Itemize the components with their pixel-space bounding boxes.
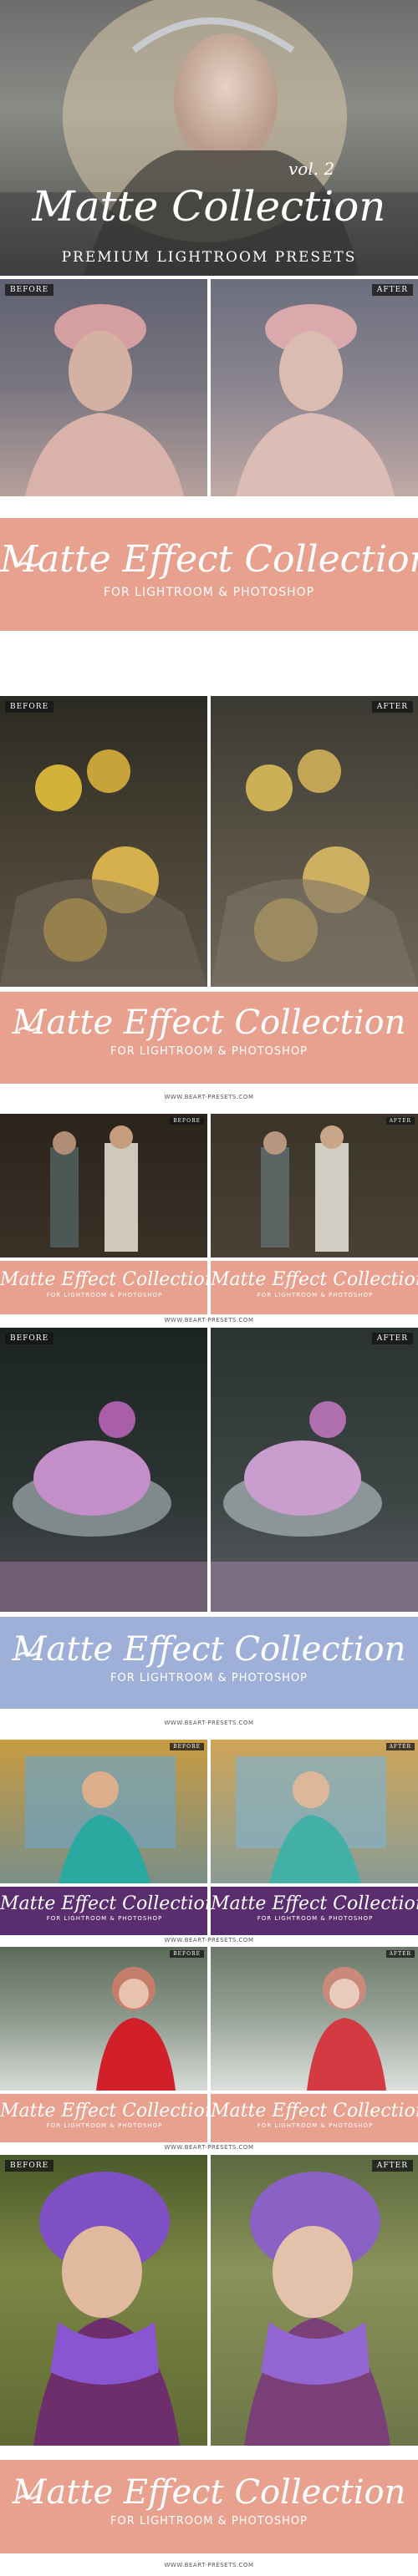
website-url: WWW.BEART-PRESETS.COM <box>164 1937 254 1943</box>
after-photo: AFTER <box>211 1947 418 2091</box>
before-photo: BEFORE <box>0 1114 207 1258</box>
banner-7: ~ Matte Effect Collection FOR LIGHTROOM … <box>0 2460 418 2553</box>
two-girls-image <box>261 1125 349 1252</box>
banner-2: ~ Matte Effect Collection FOR LIGHTROOM … <box>0 992 418 1084</box>
banner-5: Matte Effect Collection FOR LIGHTROOM & … <box>0 1887 418 1935</box>
banner-subtitle: FOR LIGHTROOM & PHOTOSHOP <box>46 1292 163 1298</box>
comparison-1: BEFORE AFTER <box>0 279 418 496</box>
after-label: AFTER <box>385 1117 415 1125</box>
before-label: BEFORE <box>170 1743 204 1750</box>
hero-title: Matte Collection <box>32 182 386 231</box>
ice-cream-image <box>211 1401 418 1612</box>
before-photo: BEFORE <box>0 2155 207 2446</box>
banner-half-right: Matte Effect Collection FOR LIGHTROOM & … <box>211 1261 418 1314</box>
banner-subtitle: FOR LIGHTROOM & PHOTOSHOP <box>257 2122 374 2129</box>
website-url: WWW.BEART-PRESETS.COM <box>164 2144 254 2151</box>
pears-image <box>211 749 418 987</box>
after-photo: AFTER <box>211 1740 418 1883</box>
website-url: WWW.BEART-PRESETS.COM <box>164 2562 254 2568</box>
hero-header: vol. 2 Matte Collection PREMIUM LIGHTROO… <box>0 0 418 276</box>
website-url: WWW.BEART-PRESETS.COM <box>164 1720 254 1726</box>
comparison-2: BEFORE AFTER <box>0 696 418 987</box>
banner-title: Matte Effect Collection <box>12 2473 406 2512</box>
before-label: BEFORE <box>5 1333 54 1344</box>
banner-title: Matte Effect Collection <box>0 1893 209 1914</box>
pears-image <box>0 749 207 987</box>
winter-girl-image <box>96 1967 176 2091</box>
woman-car-image <box>25 1756 176 1883</box>
woman-car-image <box>236 1756 386 1883</box>
comparison-6: BEFORE AFTER <box>0 1947 418 2091</box>
banner-subtitle: FOR LIGHTROOM & PHOTOSHOP <box>110 1672 308 1684</box>
hero-vol-label: vol. 2 <box>288 159 335 179</box>
after-label: AFTER <box>385 1743 415 1750</box>
banner-title: Matte Effect Collection <box>211 2101 418 2121</box>
girl-bow-image <box>236 304 395 496</box>
winter-girl-image <box>307 1967 386 2091</box>
before-label: BEFORE <box>170 1950 204 1958</box>
girl-bow-image <box>25 304 184 496</box>
before-photo: BEFORE <box>0 1328 207 1612</box>
after-label: AFTER <box>371 284 413 296</box>
hero-portrait-image <box>0 0 418 276</box>
comparison-7: BEFORE AFTER <box>0 2155 418 2446</box>
banner-3: Matte Effect Collection FOR LIGHTROOM & … <box>0 1261 418 1314</box>
after-label: AFTER <box>371 2160 413 2172</box>
two-girls-image <box>50 1125 138 1252</box>
banner-subtitle: FOR LIGHTROOM & PHOTOSHOP <box>103 586 315 599</box>
banner-subtitle: FOR LIGHTROOM & PHOTOSHOP <box>257 1292 374 1298</box>
before-label: BEFORE <box>5 2160 54 2172</box>
banner-title: Matte Effect Collection <box>211 1893 418 1914</box>
after-photo: AFTER <box>211 1328 418 1612</box>
banner-1: ~ Matte Effect Collection FOR LIGHTROOM … <box>0 518 418 631</box>
after-label: AFTER <box>371 701 413 713</box>
before-photo: BEFORE <box>0 1740 207 1883</box>
banner-half-right: Matte Effect Collection FOR LIGHTROOM & … <box>211 1887 418 1935</box>
before-label: BEFORE <box>5 284 54 296</box>
swash-ornament: ~ <box>15 1637 41 1671</box>
girl-purple-hat-image <box>33 2172 180 2446</box>
banner-half-right: Matte Effect Collection FOR LIGHTROOM & … <box>211 2094 418 2142</box>
after-photo: AFTER <box>211 696 418 987</box>
banner-title: Matte Effect Collection <box>12 1630 406 1669</box>
after-photo: AFTER <box>211 279 418 496</box>
banner-half-left: Matte Effect Collection FOR LIGHTROOM & … <box>0 2094 209 2142</box>
comparison-4: BEFORE AFTER <box>0 1328 418 1612</box>
banner-title: Matte Effect Collection <box>12 1003 406 1042</box>
before-photo: BEFORE <box>0 696 207 987</box>
hero-subtitle: PREMIUM LIGHTROOM PRESETS <box>61 249 357 266</box>
banner-half-left: Matte Effect Collection FOR LIGHTROOM & … <box>0 1887 209 1935</box>
after-photo: AFTER <box>211 1114 418 1258</box>
comparison-5: BEFORE AFTER <box>0 1740 418 1883</box>
banner-6: Matte Effect Collection FOR LIGHTROOM & … <box>0 2094 418 2142</box>
girl-purple-hat-image <box>244 2172 390 2446</box>
preset-collection-page: vol. 2 Matte Collection PREMIUM LIGHTROO… <box>0 0 418 2576</box>
website-url: WWW.BEART-PRESETS.COM <box>164 1094 254 1100</box>
website-url: WWW.BEART-PRESETS.COM <box>164 1317 254 1324</box>
swash-ornament: ~ <box>15 2480 41 2514</box>
before-photo: BEFORE <box>0 1947 207 2091</box>
banner-subtitle: FOR LIGHTROOM & PHOTOSHOP <box>110 2515 308 2528</box>
banner-subtitle: FOR LIGHTROOM & PHOTOSHOP <box>110 1045 308 1058</box>
banner-subtitle: FOR LIGHTROOM & PHOTOSHOP <box>46 2122 163 2129</box>
comparison-3: BEFORE AFTER <box>0 1114 418 1258</box>
banner-title: Matte Effect Collection <box>0 1269 209 1290</box>
before-label: BEFORE <box>5 701 54 713</box>
banner-subtitle: FOR LIGHTROOM & PHOTOSHOP <box>257 1915 374 1922</box>
banner-title: Matte Effect Collection <box>0 2101 209 2121</box>
banner-title: Matte Effect Collection <box>211 1269 418 1290</box>
before-photo: BEFORE <box>0 279 207 496</box>
swash-ornament: ~ <box>15 545 43 583</box>
before-label: BEFORE <box>170 1117 204 1125</box>
banner-4: ~ Matte Effect Collection FOR LIGHTROOM … <box>0 1617 418 1709</box>
banner-title: Matte Effect Collection <box>0 538 418 581</box>
after-label: AFTER <box>371 1333 413 1344</box>
ice-cream-image <box>0 1401 207 1612</box>
swash-ornament: ~ <box>15 1012 41 1046</box>
after-label: AFTER <box>385 1950 415 1958</box>
banner-half-left: Matte Effect Collection FOR LIGHTROOM & … <box>0 1261 209 1314</box>
banner-subtitle: FOR LIGHTROOM & PHOTOSHOP <box>46 1915 163 1922</box>
after-photo: AFTER <box>211 2155 418 2446</box>
